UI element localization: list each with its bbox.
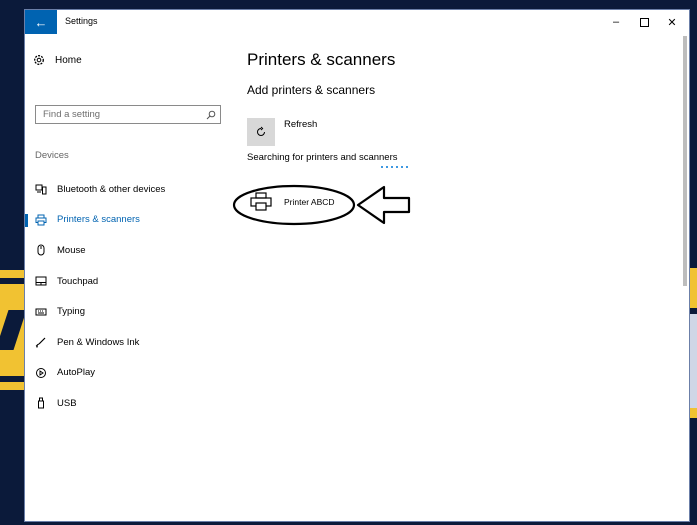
refresh-label[interactable]: Refresh bbox=[284, 119, 317, 130]
desktop-wallpaper-right bbox=[689, 268, 697, 418]
sidebar-item-mouse[interactable]: Mouse bbox=[25, 235, 230, 266]
home-label: Home bbox=[55, 54, 82, 66]
keyboard-icon bbox=[35, 306, 47, 318]
sidebar-item-label: Pen & Windows Ink bbox=[57, 336, 140, 348]
main-content: Printers & scanners Add printers & scann… bbox=[232, 34, 689, 521]
printer-icon bbox=[250, 192, 272, 211]
progress-dots bbox=[381, 166, 408, 168]
sidebar-item-label: Typing bbox=[57, 306, 85, 318]
sidebar: Home Find a setting Devices Bluetooth & … bbox=[25, 34, 230, 521]
sidebar-item-label: Mouse bbox=[57, 244, 86, 256]
scrollbar[interactable] bbox=[683, 36, 687, 286]
sidebar-item-autoplay[interactable]: AutoPlay bbox=[25, 358, 230, 389]
sidebar-item-typing[interactable]: Typing bbox=[25, 296, 230, 327]
minimize-icon: – bbox=[612, 16, 620, 28]
sidebar-item-touchpad[interactable]: Touchpad bbox=[25, 266, 230, 297]
maximize-button[interactable] bbox=[635, 13, 653, 31]
sidebar-item-label: Touchpad bbox=[57, 275, 99, 287]
autoplay-icon bbox=[35, 367, 47, 379]
page-title: Printers & scanners bbox=[247, 50, 396, 69]
maximize-icon bbox=[639, 17, 649, 27]
title-bar: ← Settings – ✕ bbox=[25, 10, 689, 34]
sidebar-item-label: Bluetooth & other devices bbox=[57, 183, 166, 195]
close-button[interactable]: ✕ bbox=[663, 13, 681, 31]
search-status-text: Searching for printers and scanners bbox=[247, 152, 398, 163]
sidebar-item-label: USB bbox=[57, 397, 77, 409]
search-icon bbox=[202, 110, 220, 120]
refresh-button[interactable] bbox=[247, 118, 275, 146]
section-title: Add printers & scanners bbox=[247, 83, 376, 97]
sidebar-item-label: AutoPlay bbox=[57, 367, 96, 379]
printer-icon bbox=[35, 214, 47, 226]
touchpad-icon bbox=[35, 275, 47, 287]
desktop-wallpaper-left bbox=[0, 270, 24, 390]
window-title: Settings bbox=[65, 16, 98, 26]
usb-icon bbox=[35, 397, 47, 409]
close-icon: ✕ bbox=[667, 16, 677, 29]
sidebar-item-bluetooth[interactable]: Bluetooth & other devices bbox=[25, 174, 230, 205]
arrow-left-icon: ← bbox=[34, 14, 48, 30]
search-placeholder: Find a setting bbox=[43, 109, 101, 120]
pen-icon bbox=[35, 336, 47, 349]
home-nav-item[interactable]: Home bbox=[33, 54, 82, 66]
sidebar-item-pen[interactable]: Pen & Windows Ink bbox=[25, 327, 230, 358]
sidebar-item-label: Printers & scanners bbox=[57, 214, 140, 226]
gear-icon bbox=[34, 55, 44, 65]
settings-window: ← Settings – ✕ Home Find a setting Devic… bbox=[24, 9, 690, 522]
printer-name: Printer ABCD bbox=[284, 197, 335, 207]
back-button[interactable]: ← bbox=[25, 10, 57, 34]
sidebar-item-printers[interactable]: Printers & scanners bbox=[25, 205, 230, 236]
search-input[interactable]: Find a setting bbox=[35, 105, 221, 124]
sidebar-item-usb[interactable]: USB bbox=[25, 388, 230, 419]
section-label-devices: Devices bbox=[35, 150, 69, 161]
mouse-icon bbox=[35, 244, 47, 256]
sidebar-nav: Bluetooth & other devices Printers & sca… bbox=[25, 174, 230, 419]
refresh-icon bbox=[257, 126, 265, 136]
minimize-button[interactable]: – bbox=[607, 13, 625, 31]
bluetooth-devices-icon bbox=[35, 183, 47, 195]
annotation-arrow bbox=[356, 185, 411, 225]
found-printer-item[interactable]: Printer ABCD bbox=[250, 192, 335, 212]
